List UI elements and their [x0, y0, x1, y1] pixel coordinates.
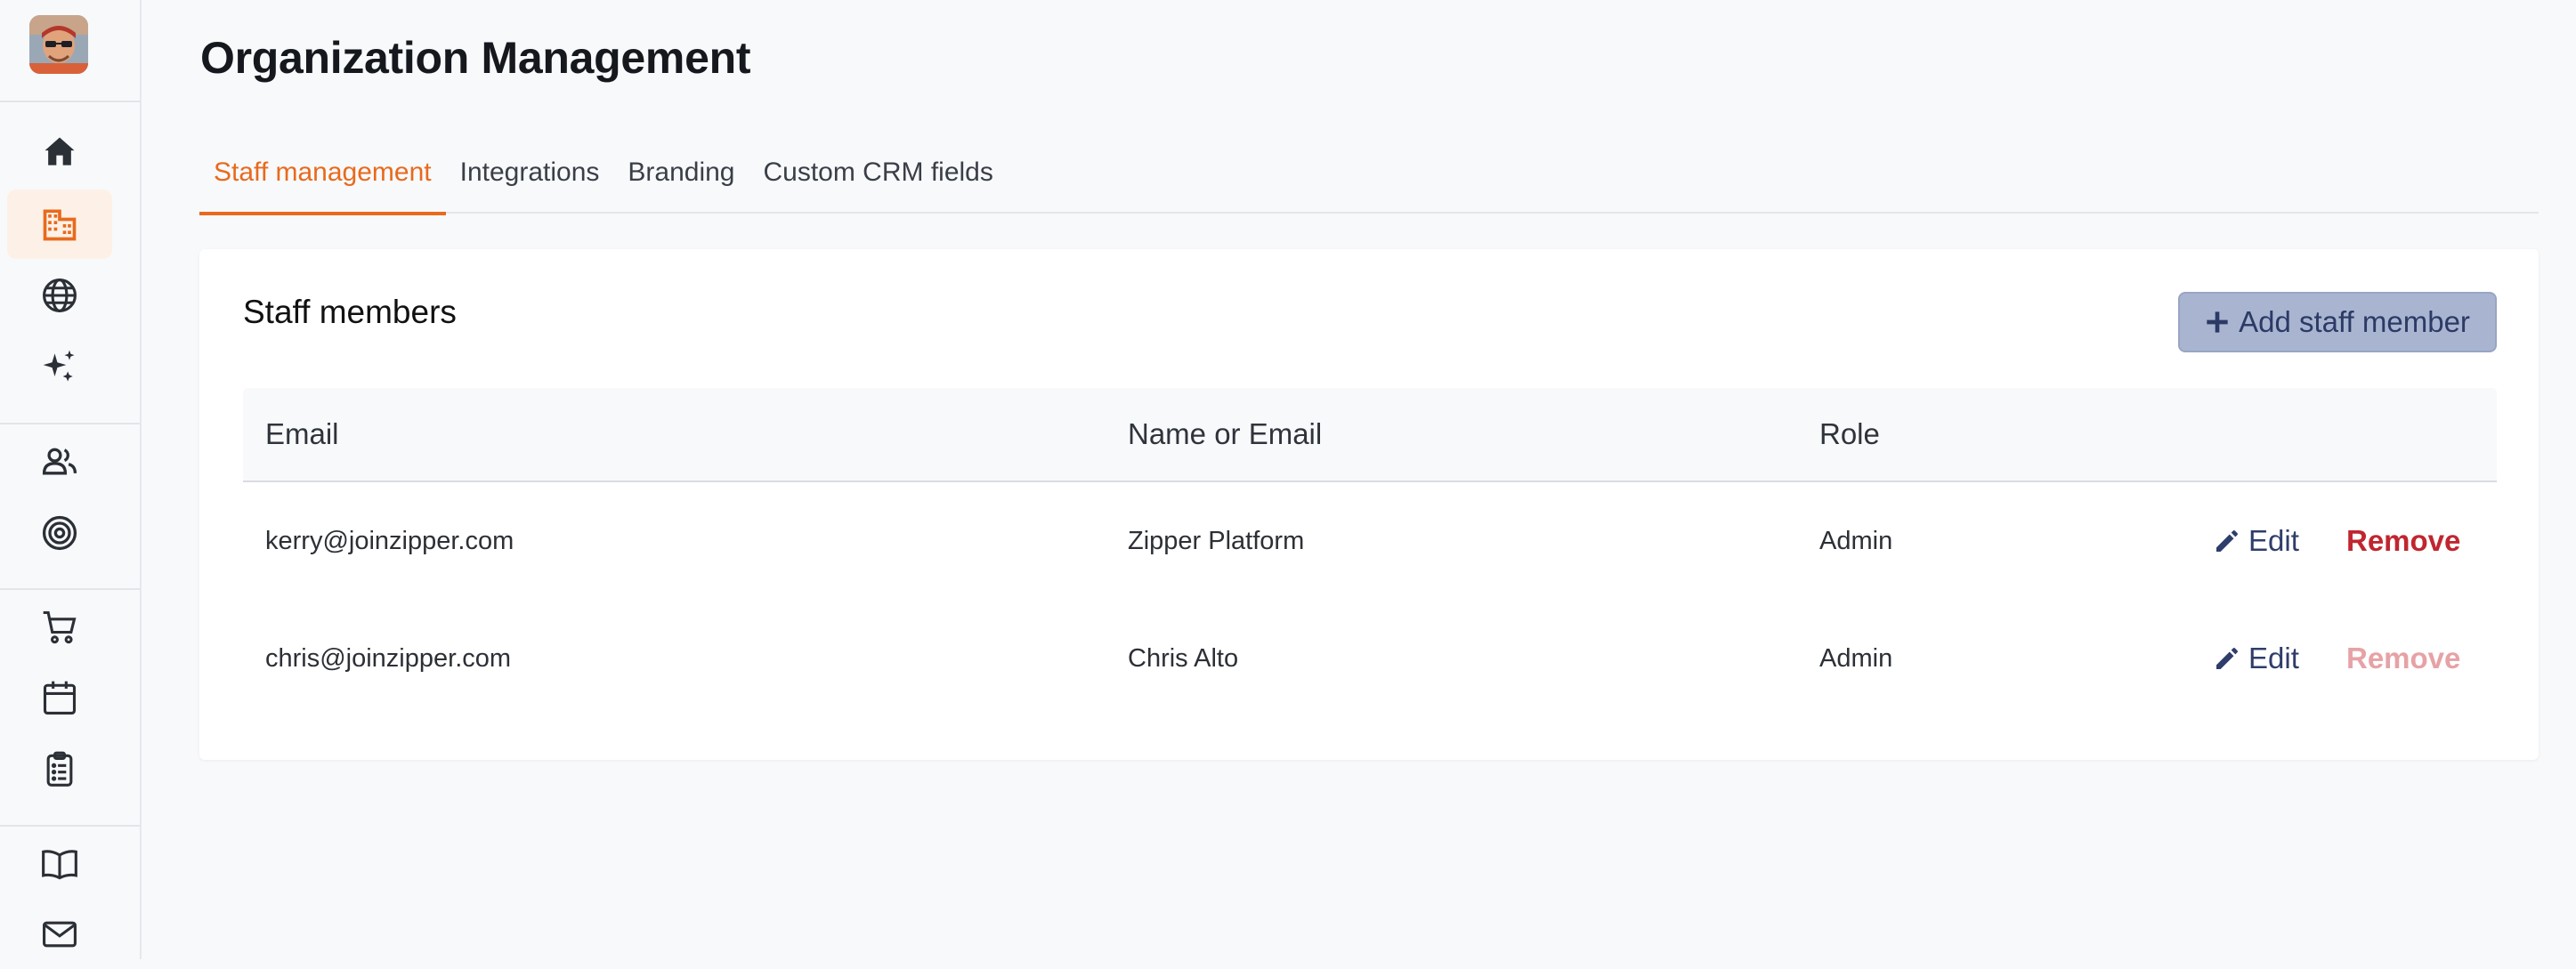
nav-mail[interactable]	[7, 900, 112, 969]
add-staff-member-label: Add staff member	[2239, 305, 2470, 338]
edit-button[interactable]: Edit	[2213, 600, 2299, 717]
edit-button[interactable]: Edit	[2213, 482, 2299, 600]
nav-globe[interactable]	[7, 261, 112, 330]
nav-organization[interactable]	[7, 190, 112, 259]
cart-icon	[43, 610, 77, 644]
table-row: kerry@joinzipper.com Zipper Platform Adm…	[243, 482, 2497, 600]
column-header-email[interactable]: Email	[265, 388, 339, 480]
plus-icon	[2207, 311, 2228, 333]
nav-home[interactable]	[7, 117, 112, 187]
row-role: Admin	[1819, 643, 1893, 673]
sidebar-divider	[0, 588, 140, 590]
remove-button-disabled: Remove	[2346, 642, 2461, 674]
sidebar-divider	[0, 825, 140, 827]
card-title: Staff members	[243, 294, 457, 330]
sidebar-divider	[0, 423, 140, 424]
pencil-icon	[2216, 648, 2238, 669]
row-name: Chris Alto	[1128, 643, 1239, 673]
row-email: chris@joinzipper.com	[265, 643, 512, 673]
sidebar-divider	[0, 101, 140, 102]
nav-people[interactable]	[7, 427, 112, 497]
pencil-icon	[2216, 530, 2238, 552]
nav-target[interactable]	[7, 498, 112, 568]
tab-integrations[interactable]: Integrations	[446, 132, 614, 214]
target-icon	[42, 515, 77, 551]
sparkles-icon	[43, 350, 75, 382]
tab-bar: Staff management Integrations Branding C…	[199, 132, 2539, 215]
table-header: Email Name or Email Role	[243, 388, 2497, 482]
remove-button[interactable]: Remove	[2346, 482, 2460, 600]
people-icon	[42, 448, 77, 475]
staff-members-card: Staff members Add staff member Email Nam…	[199, 249, 2539, 760]
book-icon	[42, 850, 77, 880]
nav-book[interactable]	[7, 829, 112, 899]
calendar-icon	[43, 681, 77, 715]
staff-table: Email Name or Email Role kerry@joinzippe…	[243, 388, 2497, 717]
nav-sparkles[interactable]	[7, 332, 112, 401]
building-icon	[43, 209, 77, 241]
avatar[interactable]	[29, 15, 88, 74]
mail-icon	[43, 921, 77, 948]
row-email: kerry@joinzipper.com	[265, 526, 514, 555]
nav-cart[interactable]	[7, 593, 112, 662]
table-row: chris@joinzipper.com Chris Alto Admin Ed…	[243, 600, 2497, 717]
nav-calendar[interactable]	[7, 663, 112, 732]
tab-branding[interactable]: Branding	[613, 132, 749, 214]
tab-custom-crm-fields[interactable]: Custom CRM fields	[749, 132, 1007, 214]
add-staff-member-button[interactable]: Add staff member	[2178, 292, 2497, 352]
sidebar	[0, 0, 142, 959]
home-icon	[45, 137, 75, 166]
column-header-name[interactable]: Name or Email	[1128, 388, 1322, 480]
row-role: Admin	[1819, 526, 1893, 555]
main-content: Organization Management Staff management…	[142, 0, 2576, 959]
nav-clipboard[interactable]	[7, 734, 112, 803]
globe-icon	[43, 279, 77, 312]
page-title: Organization Management	[200, 33, 751, 83]
row-name: Zipper Platform	[1128, 526, 1305, 555]
clipboard-list-icon	[46, 751, 73, 787]
edit-label: Edit	[2248, 642, 2299, 674]
column-header-role[interactable]: Role	[1819, 388, 1880, 480]
edit-label: Edit	[2248, 524, 2299, 557]
tab-staff-management[interactable]: Staff management	[199, 132, 446, 215]
